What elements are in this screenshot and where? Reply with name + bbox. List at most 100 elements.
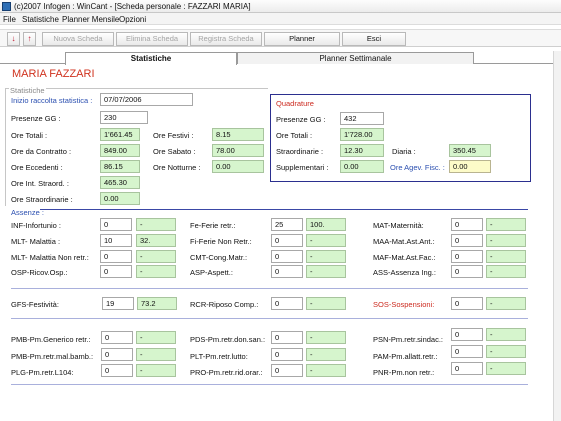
sos-value[interactable]: - bbox=[486, 297, 526, 310]
fe-value[interactable]: 100. bbox=[306, 218, 346, 231]
pmb-generico-field[interactable]: 0 bbox=[101, 331, 133, 344]
ore-eccedenti-field[interactable]: 86.15 bbox=[100, 160, 140, 173]
inizio-date-field[interactable]: 07/07/2006 bbox=[100, 93, 193, 106]
pds-field[interactable]: 0 bbox=[271, 331, 303, 344]
pnr-value[interactable]: - bbox=[486, 362, 526, 375]
psn-field[interactable]: 0 bbox=[451, 328, 483, 341]
fi-value[interactable]: - bbox=[306, 234, 346, 247]
cmt-field[interactable]: 0 bbox=[271, 250, 303, 263]
ass-field[interactable]: 0 bbox=[451, 265, 483, 278]
gfs-field[interactable]: 19 bbox=[102, 297, 134, 310]
maf-value[interactable]: - bbox=[486, 250, 526, 263]
ore-totali-label: Ore Totali : bbox=[11, 131, 48, 140]
q-ore-totali-field[interactable]: 1'728.00 bbox=[340, 128, 384, 141]
asp-field[interactable]: 0 bbox=[271, 265, 303, 278]
mlt-value[interactable]: 32. bbox=[136, 234, 176, 247]
inizio-label: Inizio raccolta statistica : bbox=[11, 96, 93, 105]
asp-value[interactable]: - bbox=[306, 265, 346, 278]
ore-festivi-field[interactable]: 8.15 bbox=[212, 128, 264, 141]
tab-planner-settimanale[interactable]: Planner Settimanale bbox=[237, 52, 474, 64]
fe-label: Fe-Ferie retr.: bbox=[190, 221, 236, 230]
q-supplementari-field[interactable]: 0.00 bbox=[340, 160, 384, 173]
pro-label: PRO-Pm.retr.rid.orar.: bbox=[190, 368, 263, 377]
menu-bar: File Statistiche Planner Mensile Opzioni bbox=[0, 13, 561, 25]
planner-button[interactable]: Planner bbox=[264, 32, 340, 46]
ore-totali-field[interactable]: 1'661.45 bbox=[100, 128, 140, 141]
plt-value[interactable]: - bbox=[306, 348, 346, 361]
plg-value[interactable]: - bbox=[136, 364, 176, 377]
menu-planner-mensile[interactable]: Planner Mensile bbox=[62, 15, 119, 24]
mat-value[interactable]: - bbox=[486, 218, 526, 231]
pmb-bamb-field[interactable]: 0 bbox=[101, 348, 133, 361]
move-up-button[interactable]: ↑ bbox=[23, 32, 36, 46]
pmb-generico-value[interactable]: - bbox=[136, 331, 176, 344]
tab-statistiche[interactable]: Statistiche bbox=[65, 52, 237, 65]
rcr-value[interactable]: - bbox=[306, 297, 346, 310]
exit-button[interactable]: Esci bbox=[342, 32, 406, 46]
maa-value[interactable]: - bbox=[486, 234, 526, 247]
q-diaria-label: Diaria : bbox=[392, 147, 416, 156]
maf-label: MAF-Mat.Ast.Fac.: bbox=[373, 253, 436, 262]
ore-sabato-field[interactable]: 78.00 bbox=[212, 144, 264, 157]
ore-festivi-label: Ore Festivi : bbox=[153, 131, 194, 140]
fe-field[interactable]: 25 bbox=[271, 218, 303, 231]
ore-straordinarie-field[interactable]: 0.00 bbox=[100, 192, 140, 205]
osp-value[interactable]: - bbox=[136, 265, 176, 278]
q-presenze-field[interactable]: 432 bbox=[340, 112, 384, 125]
inf-label: INF-Infortunio : bbox=[11, 221, 62, 230]
ass-value[interactable]: - bbox=[486, 265, 526, 278]
ore-contratto-field[interactable]: 849.00 bbox=[100, 144, 140, 157]
mlt-label: MLT- Malattia : bbox=[11, 237, 61, 246]
q-straordinarie-field[interactable]: 12.30 bbox=[340, 144, 384, 157]
mlt-field[interactable]: 10 bbox=[100, 234, 132, 247]
save-record-button[interactable]: Registra Scheda bbox=[190, 32, 262, 46]
pro-value[interactable]: - bbox=[306, 364, 346, 377]
ore-int-straord-field[interactable]: 465.30 bbox=[100, 176, 140, 189]
fi-field[interactable]: 0 bbox=[271, 234, 303, 247]
osp-label: OSP-Ricov.Osp.: bbox=[11, 268, 68, 277]
q-straordinarie-label: Straordinarie : bbox=[276, 147, 324, 156]
vertical-scrollbar[interactable] bbox=[553, 51, 561, 421]
mlt-nr-value[interactable]: - bbox=[136, 250, 176, 263]
mat-label: MAT-Maternità: bbox=[373, 221, 424, 230]
ore-notturne-field[interactable]: 0.00 bbox=[212, 160, 264, 173]
cmt-value[interactable]: - bbox=[306, 250, 346, 263]
ore-notturne-label: Ore Notturne : bbox=[153, 163, 201, 172]
psn-label: PSN-Pm.retr.sindac.: bbox=[373, 335, 444, 344]
delete-record-button[interactable]: Elimina Scheda bbox=[116, 32, 188, 46]
q-ore-totali-label: Ore Totali : bbox=[276, 131, 313, 140]
inf-value[interactable]: - bbox=[136, 218, 176, 231]
inf-field[interactable]: 0 bbox=[100, 218, 132, 231]
presenze-field[interactable]: 230 bbox=[100, 111, 148, 124]
rcr-field[interactable]: 0 bbox=[271, 297, 303, 310]
q-diaria-field[interactable]: 350.45 bbox=[449, 144, 491, 157]
mlt-nr-field[interactable]: 0 bbox=[100, 250, 132, 263]
menu-opzioni[interactable]: Opzioni bbox=[119, 15, 146, 24]
ore-contratto-label: Ore da Contratto : bbox=[11, 147, 72, 156]
maf-field[interactable]: 0 bbox=[451, 250, 483, 263]
sos-field[interactable]: 0 bbox=[451, 297, 483, 310]
pnr-field[interactable]: 0 bbox=[451, 362, 483, 375]
section-divider-2 bbox=[11, 318, 528, 319]
app-icon bbox=[2, 2, 11, 11]
plt-field[interactable]: 0 bbox=[271, 348, 303, 361]
assenze-title: Assenze : bbox=[11, 208, 44, 217]
pam-field[interactable]: 0 bbox=[451, 345, 483, 358]
psn-value[interactable]: - bbox=[486, 328, 526, 341]
menu-file[interactable]: File bbox=[3, 15, 16, 24]
osp-field[interactable]: 0 bbox=[100, 265, 132, 278]
toolbar: ↓ ↑ Nuova Scheda Elimina Scheda Registra… bbox=[0, 29, 561, 47]
menu-statistiche[interactable]: Statistiche bbox=[22, 15, 59, 24]
plg-field[interactable]: 0 bbox=[101, 364, 133, 377]
gfs-value[interactable]: 73.2 bbox=[137, 297, 177, 310]
q-agev-fisc-field[interactable]: 0.00 bbox=[449, 160, 491, 173]
pmb-bamb-value[interactable]: - bbox=[136, 348, 176, 361]
new-record-button[interactable]: Nuova Scheda bbox=[42, 32, 114, 46]
tab-strip: Statistiche Planner Settimanale bbox=[0, 51, 561, 65]
move-down-button[interactable]: ↓ bbox=[7, 32, 20, 46]
maa-field[interactable]: 0 bbox=[451, 234, 483, 247]
pds-value[interactable]: - bbox=[306, 331, 346, 344]
pam-value[interactable]: - bbox=[486, 345, 526, 358]
pro-field[interactable]: 0 bbox=[271, 364, 303, 377]
mat-field[interactable]: 0 bbox=[451, 218, 483, 231]
